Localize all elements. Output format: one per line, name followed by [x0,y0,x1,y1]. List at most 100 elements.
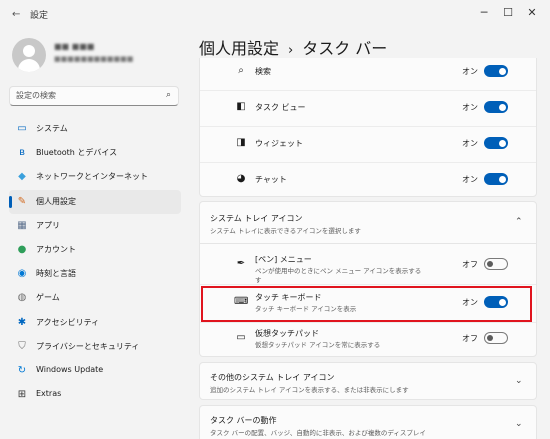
tray-section-title: システム トレイ アイコン [210,214,303,223]
toggle-state-label: オフ [462,260,478,269]
sidebar-item-label: アカウント [36,244,76,254]
tray-item-description-cont: す [255,276,262,284]
sidebar-item[interactable]: ʙ Bluetooth とデバイス [9,141,181,165]
sidebar-item[interactable]: ⛉ プライバシーとセキュリティ [9,335,181,359]
toggle-state-label: オン [462,175,478,184]
brush-icon: ✎ [17,195,27,207]
taskbar-item-label: チャット [255,175,287,184]
bluetooth-icon: ʙ [19,147,25,159]
highlight-box [201,286,532,322]
user-name: ■■ ■■■ [54,42,95,51]
sidebar-item[interactable]: ▭ システム [9,117,181,141]
sidebar-item-label: Bluetooth とデバイス [36,148,118,158]
tray-item-label: 仮想タッチパッド [255,329,319,338]
extras-icon: ⊞ [17,389,27,401]
tray-item-description: 仮想タッチパッド アイコンを常に表示する [255,341,381,349]
taskbar-behavior-section[interactable]: タスク バーの動作 タスク バーの配置、バッジ、自動的に非表示、および複数のディ… [199,405,537,439]
sidebar-nav: ▭ システム ʙ Bluetooth とデバイス ◆ ネットワークとインターネット ✎ 個人用… [9,117,181,407]
widgets-icon: ◨ [236,137,246,148]
other-tray-title: その他のシステム トレイ アイコン [210,373,335,382]
toggle-state-label: オン [462,67,478,76]
sidebar-item[interactable]: ✱ アクセシビリティ [9,311,181,335]
sidebar-item[interactable]: ● アカウント [9,238,181,262]
chevron-up-icon[interactable]: ⌃ [515,217,523,227]
sidebar-item-label: 個人用設定 [36,196,76,206]
tray-item-description: ペンが使用中のときにペン メニュー アイコンを表示する [255,267,422,275]
shield-icon: ⛉ [18,340,26,352]
sidebar-item-label: 時刻と言語 [36,269,76,279]
tray-item-label: [ペン] メニュー [255,255,312,264]
row-divider [200,284,536,285]
row-divider [200,162,536,163]
row-divider [200,322,536,323]
title-bar: ← 設定 ─ ☐ ✕ [0,0,550,28]
sidebar-item[interactable]: ✎ 個人用設定 [9,189,181,214]
behavior-title: タスク バーの動作 [210,416,277,425]
gamepad-icon: ◍ [17,292,27,304]
toggle-switch[interactable] [484,332,508,344]
sidebar-item[interactable]: ↻ Windows Update [9,359,181,383]
row-divider [200,90,536,91]
sidebar-item[interactable]: ◍ ゲーム [9,286,181,310]
taskbar-item-label: 検索 [255,67,271,76]
search-icon: ⌕ [238,65,244,76]
window-title: 設定 [30,11,49,21]
toggle-switch[interactable] [484,258,508,270]
chevron-down-icon[interactable]: ⌄ [515,376,523,386]
page-title: タスク バー [302,39,388,58]
globe-clock-icon: ◉ [17,268,27,280]
sidebar-item[interactable]: ◉ 時刻と言語 [9,262,181,286]
taskbar-items-card: ⌕ 検索 オン ◧ タスク ビュー オン ◨ ウィジェット オン ◕ チャット オン [199,58,537,197]
windows-update-icon: ↻ [17,364,27,376]
apps-icon: ▦ [17,219,27,231]
behavior-subtitle: タスク バーの配置、バッジ、自動的に非表示、および複数のディスプレイ [210,429,426,437]
settings-search[interactable]: ⌕ [9,86,179,106]
sidebar-item-label: ゲーム [36,293,60,303]
chat-icon: ◕ [236,173,246,184]
toggle-switch[interactable] [484,173,508,185]
search-icon[interactable]: ⌕ [166,90,171,100]
maximize-button[interactable]: ☐ [498,4,518,22]
touchpad-icon: ▭ [236,332,246,343]
taskbar-item-label: ウィジェット [255,139,303,148]
taskbar-item-label: タスク ビュー [255,103,306,112]
wifi-icon: ◆ [18,171,26,183]
pen-icon: ✒ [236,258,246,269]
sidebar-item[interactable]: ⊞ Extras [9,383,181,407]
content-pane: ⌕ 検索 オン ◧ タスク ビュー オン ◨ ウィジェット オン ◕ チャット オン システム トレイ… [199,58,537,439]
toggle-state-label: オン [462,139,478,148]
close-button[interactable]: ✕ [522,4,542,22]
avatar[interactable] [12,38,46,72]
back-arrow-icon[interactable]: ← [12,9,20,20]
sidebar-item-label: ネットワークとインターネット [36,172,148,182]
accessibility-icon: ✱ [17,316,27,328]
tray-section-subtitle: システム トレイに表示できるアイコンを選択します [210,227,361,235]
toggle-switch[interactable] [484,65,508,77]
task-view-icon: ◧ [236,101,246,112]
other-tray-subtitle: 追加のシステム トレイ アイコンを表示する、または非表示にします [210,386,409,394]
sidebar-item-label: アクセシビリティ [36,317,100,327]
other-tray-section[interactable]: その他のシステム トレイ アイコン 追加のシステム トレイ アイコンを表示する、… [199,362,537,400]
search-input[interactable] [16,91,156,100]
sidebar-item-label: プライバシーとセキュリティ [36,341,140,351]
toggle-state-label: オフ [462,334,478,343]
sidebar-item-label: アプリ [36,220,60,230]
account-icon: ● [17,243,27,255]
tray-section-header[interactable]: システム トレイ アイコン システム トレイに表示できるアイコンを選択します ⌃ [199,201,537,244]
sidebar-item-label: システム [36,124,68,133]
sidebar-item-label: Windows Update [36,364,104,374]
minimize-button[interactable]: ─ [474,4,494,22]
sidebar-item-label: Extras [36,389,62,399]
toggle-switch[interactable] [484,137,508,149]
sidebar-item[interactable]: ◆ ネットワークとインターネット [9,165,181,189]
breadcrumb-parent[interactable]: 個人用設定 [199,39,279,58]
toggle-state-label: オン [462,103,478,112]
breadcrumb: 個人用設定 › タスク バー [199,35,387,59]
chevron-down-icon[interactable]: ⌄ [515,419,523,429]
row-divider [200,126,536,127]
system-icon: ▭ [17,123,27,134]
toggle-switch[interactable] [484,101,508,113]
user-email: ■■■■■■■■■■■■ [54,55,134,63]
breadcrumb-separator: › [288,43,294,58]
sidebar-item[interactable]: ▦ アプリ [9,214,181,238]
